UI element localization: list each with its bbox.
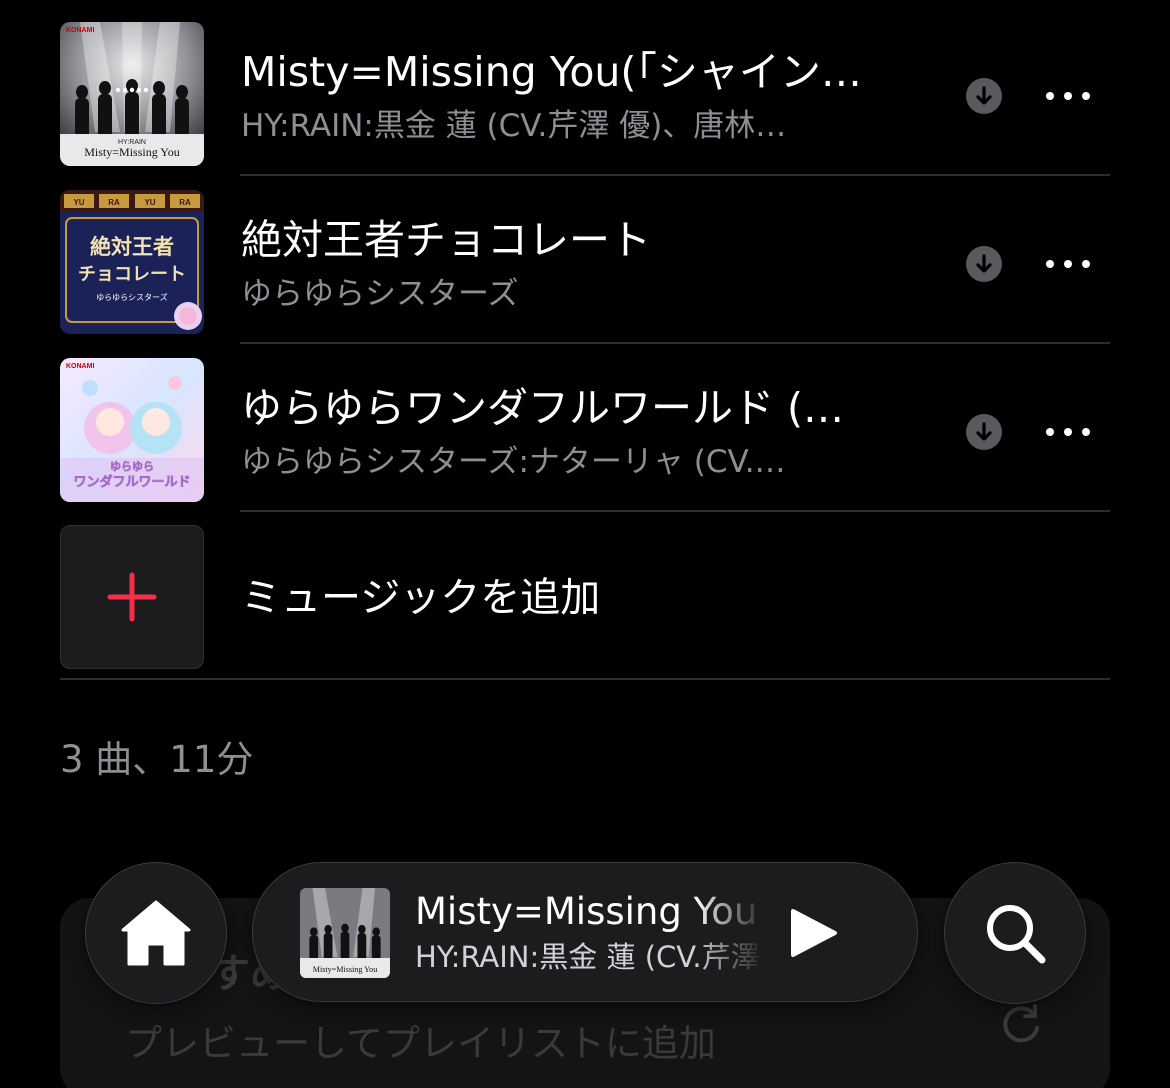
add-music-label[interactable]: ミュージックを追加 [241, 572, 600, 624]
track-artist: ゆらゆらシスターズ:ナターリャ (CV.… [241, 444, 786, 480]
track-artist: ゆらゆらシスターズ [241, 276, 519, 312]
art-label: KONAMI [66, 27, 94, 34]
album-art-wonderful: KONAMI ゆらゆら ワンダフルワールド [60, 358, 204, 502]
track-row[interactable]: YU RA YU RA 絶対王者 チョコレート ゆらゆらシスターズ 絶対王者チョ… [0, 170, 1170, 338]
download-icon[interactable] [966, 246, 1002, 282]
art-banner: YU [73, 198, 84, 207]
row-divider [240, 510, 1110, 512]
track-artwork: KONAMI ゆらゆら ワンダフルワールド [60, 358, 204, 502]
play-icon [791, 909, 837, 957]
art-title-2: チョコレート [78, 264, 186, 285]
art-label: KONAMI [66, 363, 94, 370]
search-icon [987, 905, 1046, 964]
track-row[interactable]: KONAMI HY:RAIN Misty=Missing You Misty=M… [0, 2, 1170, 170]
now-playing-title: Misty=Missing You [415, 890, 758, 933]
plus-icon [107, 572, 157, 622]
play-button[interactable] [783, 905, 843, 961]
ellipsis-icon[interactable] [1040, 80, 1096, 112]
download-icon[interactable] [966, 414, 1002, 450]
track-title: 絶対王者チョコレート [241, 216, 651, 264]
art-banner: RA [179, 198, 191, 207]
album-art-chocolate: YU RA YU RA 絶対王者 チョコレート ゆらゆらシスターズ [60, 190, 204, 334]
home-icon [121, 900, 191, 966]
playlist-summary: 3 曲、11分 [60, 738, 254, 781]
art-banner: RA [108, 198, 120, 207]
art-sub: ゆらゆらシスターズ [96, 292, 168, 302]
art-title-1: 絶対王者 [90, 234, 174, 259]
track-artwork: YU RA YU RA 絶対王者 チョコレート ゆらゆらシスターズ [60, 190, 204, 334]
ellipsis-icon[interactable] [1040, 416, 1096, 448]
ellipsis-icon[interactable] [1040, 248, 1096, 280]
track-artist: HY:RAIN:黒金 蓮 (CV.芹澤 優)、唐林… [241, 108, 787, 144]
track-row[interactable]: KONAMI ゆらゆら ワンダフルワールド ゆらゆらワンダフルワールド (… ゆ… [0, 338, 1170, 506]
playlist-screen: KONAMI HY:RAIN Misty=Missing You Misty=M… [0, 0, 1170, 1088]
home-tab-button[interactable] [85, 862, 227, 1004]
track-title: Misty=Missing You(「シャイン… [241, 48, 862, 96]
art-caption: Misty=Missing You [313, 965, 378, 974]
now-playing-artist: HY:RAIN:黒金 蓮 (CV.芹澤 優) [415, 940, 765, 974]
list-divider [60, 678, 1110, 680]
search-tab-button[interactable] [944, 862, 1086, 1004]
art-caption: Misty=Missing You [84, 145, 179, 159]
art-top: ゆらゆら [110, 460, 154, 473]
track-artwork: KONAMI HY:RAIN Misty=Missing You [60, 22, 204, 166]
download-icon[interactable] [966, 78, 1002, 114]
album-art-misty: KONAMI HY:RAIN Misty=Missing You [60, 22, 204, 166]
track-title: ゆらゆらワンダフルワールド (… [241, 384, 845, 432]
add-music-button[interactable] [60, 525, 204, 669]
now-playing-artwork: Misty=Missing You [300, 888, 390, 978]
art-caption: ワンダフルワールド [73, 474, 190, 490]
now-playing-bar[interactable]: Misty=Missing You Misty=Missing You HY:R… [252, 862, 918, 1002]
art-banner: YU [144, 198, 155, 207]
recommendation-subtitle: プレビューしてプレイリストに追加 [125, 1022, 716, 1065]
refresh-icon[interactable] [995, 998, 1047, 1050]
